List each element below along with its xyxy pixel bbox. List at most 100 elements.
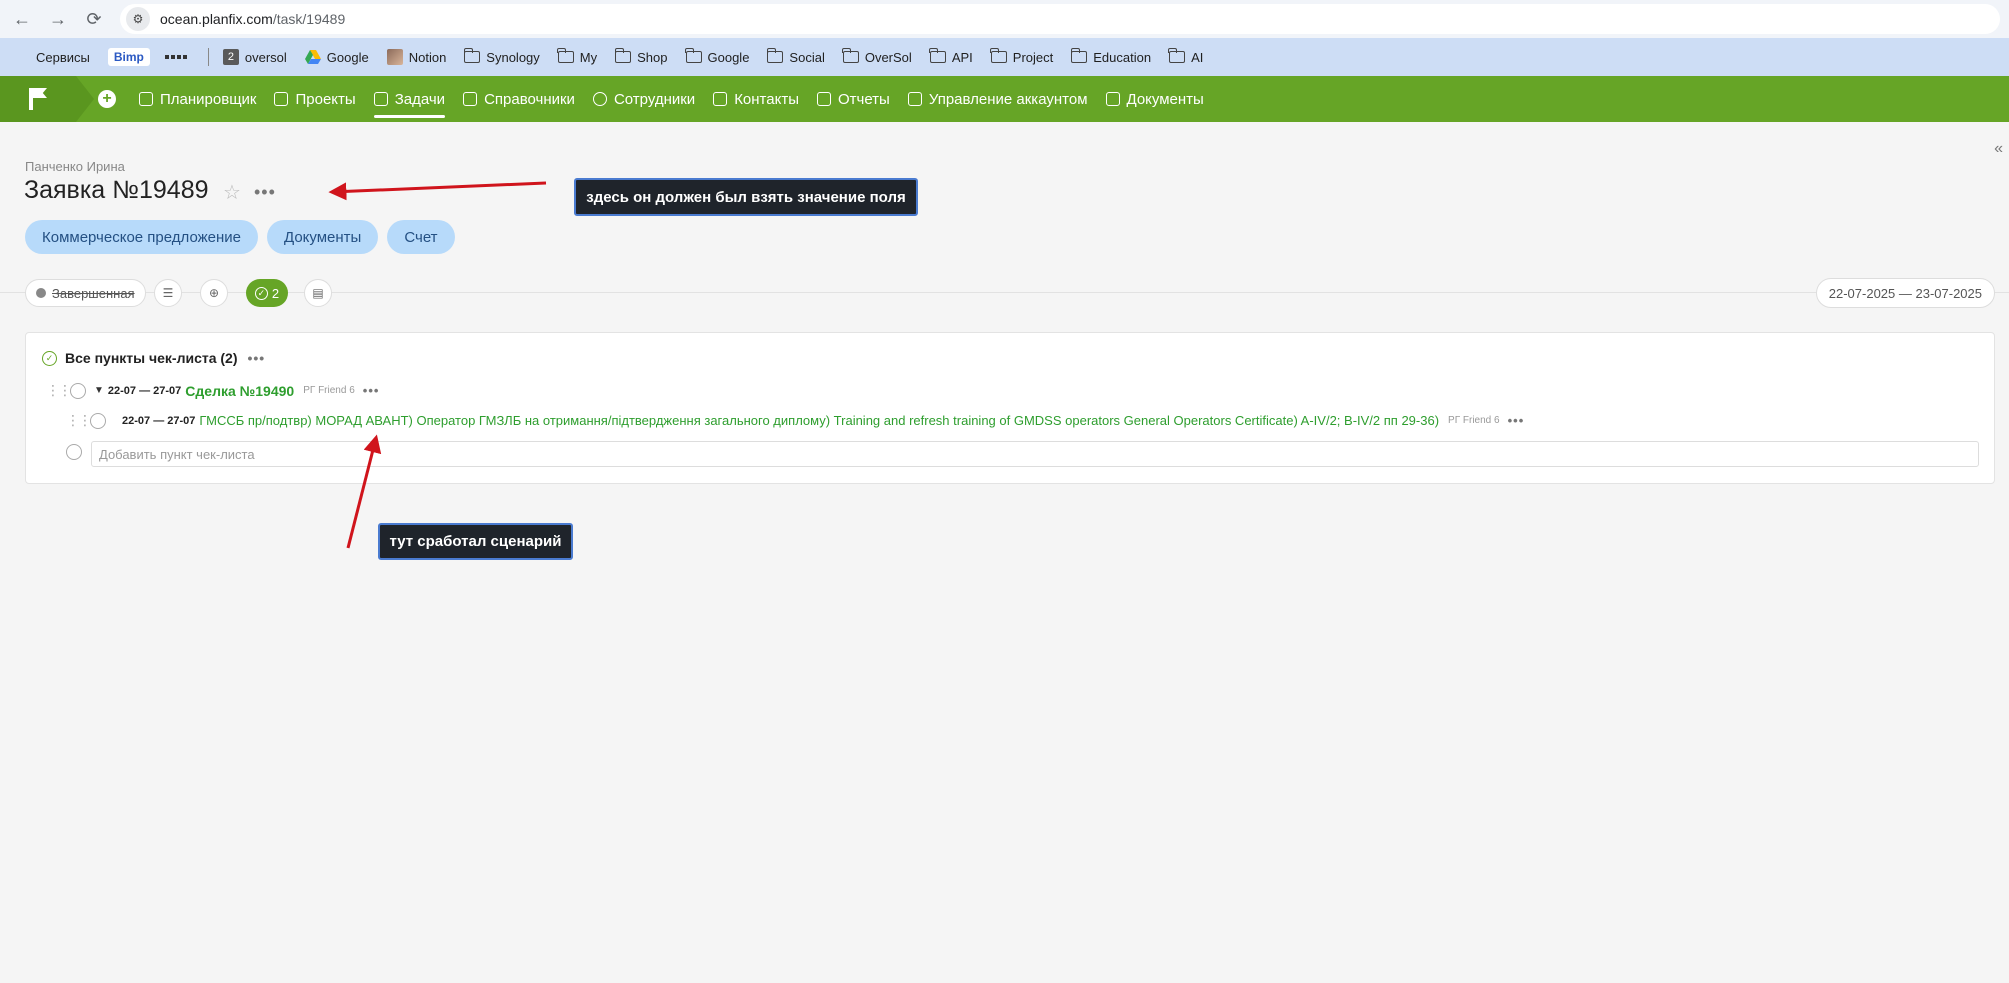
description-icon[interactable]: ☰	[154, 279, 182, 307]
bookmark-ai[interactable]: AI	[1168, 48, 1203, 65]
add-checklist-item-input[interactable]: Добавить пункт чек-листа	[91, 441, 1979, 467]
fields-icon[interactable]: ⊕	[200, 279, 228, 307]
url-host: ocean.planfix.com	[160, 11, 273, 27]
caret-down-icon[interactable]: ▼	[94, 385, 104, 396]
url-field[interactable]: ⚙ ocean.planfix.com/task/19489	[120, 4, 2000, 34]
notion-avatar-icon	[386, 49, 403, 65]
checklist-panel: ✓ Все пункты чек-листа (2) ••• ⋮⋮ ▼ 22-0…	[25, 332, 1995, 484]
checklist-header: ✓ Все пункты чек-листа (2) •••	[42, 350, 265, 366]
bookmark-label: Project	[1012, 49, 1054, 65]
bookmark-label: Education	[1093, 49, 1152, 65]
bookmark-shop[interactable]: Shop	[614, 48, 668, 65]
nav-item-label: Управление аккаунтом	[928, 90, 1088, 108]
url-path: /task/19489	[272, 11, 346, 27]
checkbox	[66, 444, 82, 460]
bookmark-services[interactable]: Сервисы	[16, 50, 90, 65]
nav-item-documents[interactable]: Документы	[1105, 76, 1204, 122]
drag-handle-icon[interactable]: ⋮⋮	[66, 412, 92, 429]
nav-item-label: Контакты	[734, 90, 799, 108]
bookmark-label: Сервисы	[36, 49, 90, 65]
tasks-icon	[373, 92, 388, 106]
folder-icon	[842, 48, 859, 63]
star-icon[interactable]: ☆	[223, 180, 241, 205]
bookmark-my[interactable]: My	[557, 48, 597, 65]
bookmark-google-drive[interactable]: Google	[304, 50, 369, 65]
bookmark-label: Synology	[486, 49, 540, 65]
url-text[interactable]: ocean.planfix.com/task/19489	[160, 11, 345, 27]
folder-icon	[990, 48, 1007, 63]
nav-item-projects[interactable]: Проекты	[274, 76, 356, 122]
collapse-panel-icon[interactable]: «	[1994, 140, 2003, 158]
bookmark-label: Notion	[408, 49, 447, 65]
bookmark-synology[interactable]: Synology	[463, 48, 540, 65]
comments-icon[interactable]: ▤	[304, 279, 332, 307]
bookmark-notion[interactable]: Notion	[386, 49, 447, 65]
bookmark-google-folder[interactable]: Google	[684, 48, 750, 65]
folder-icon	[614, 48, 632, 63]
status-dot-icon	[36, 288, 46, 298]
task-author[interactable]: Панченко Ирина	[25, 159, 125, 174]
nav-item-employees[interactable]: Сотрудники	[592, 76, 695, 122]
more-options-icon[interactable]: •••	[254, 182, 276, 203]
nav-item-tasks[interactable]: Задачи	[373, 76, 446, 122]
nav-item-label: Отчеты	[837, 90, 890, 108]
status-badge[interactable]: Завершенная	[25, 279, 146, 307]
more-options-icon[interactable]: •••	[363, 383, 380, 398]
more-options-icon[interactable]: •••	[1508, 413, 1525, 428]
bookmark-label: Google	[707, 49, 750, 65]
tab-commercial-offer[interactable]: Коммерческое предложение	[25, 220, 259, 254]
tab-documents[interactable]: Документы	[267, 220, 379, 254]
checklist-item: ⋮⋮ ▼ 22-07 — 27-07 Сделка №19490 РГ Frie…	[46, 382, 379, 399]
directories-icon	[463, 92, 478, 106]
item-link[interactable]: Сделка №19490	[185, 383, 294, 399]
nav-item-label: Планировщик	[160, 90, 257, 108]
folder-icon	[1168, 48, 1186, 63]
bimp-badge: Bimp	[107, 48, 150, 66]
qr-icon	[164, 49, 187, 65]
planfix-logo[interactable]	[0, 76, 94, 122]
folder-icon	[463, 48, 481, 63]
checkbox[interactable]	[90, 412, 106, 429]
projects-icon	[274, 92, 289, 106]
bookmark-social[interactable]: Social	[766, 48, 825, 65]
contacts-icon	[713, 92, 728, 106]
nav-item-contacts[interactable]: Контакты	[713, 76, 799, 122]
site-settings-icon[interactable]: ⚙	[126, 7, 150, 31]
bookmark-qr[interactable]	[164, 49, 190, 65]
tab-invoice[interactable]: Счет	[387, 220, 455, 254]
task-page: « Панченко Ирина Заявка №19489 ☆ ••• Ком…	[0, 122, 2009, 983]
forward-arrow-icon[interactable]: →	[40, 1, 76, 37]
nav-item-planner[interactable]: Планировщик	[139, 76, 256, 122]
folder-icon	[1070, 48, 1088, 63]
drag-handle-icon[interactable]: ⋮⋮	[46, 382, 72, 399]
bookmark-education[interactable]: Education	[1070, 48, 1152, 65]
item-dates: 22-07 — 27-07	[107, 384, 182, 397]
app-top-nav: + Планировщик Проекты Задачи Справочники…	[0, 76, 2009, 122]
back-arrow-icon[interactable]: ←	[4, 1, 40, 37]
add-new-button[interactable]: +	[98, 90, 116, 108]
bookmark-oversol[interactable]: 2 oversol	[222, 49, 287, 65]
nav-item-directories[interactable]: Справочники	[463, 76, 575, 122]
nav-item-account[interactable]: Управление аккаунтом	[907, 76, 1088, 122]
page-title: Заявка №19489	[24, 176, 209, 204]
bookmark-label: OverSol	[864, 49, 912, 65]
folder-icon	[684, 48, 702, 63]
more-options-icon[interactable]: •••	[248, 350, 266, 366]
annotation-callout-top: здесь он должен был взять значение поля	[574, 178, 918, 216]
nav-item-reports[interactable]: Отчеты	[816, 76, 890, 122]
bookmark-project[interactable]: Project	[990, 48, 1054, 65]
bookmark-oversol-folder[interactable]: OverSol	[842, 48, 912, 65]
item-dates: 22-07 — 27-07	[122, 414, 196, 427]
bookmark-label: Shop	[637, 49, 668, 65]
checkbox[interactable]	[70, 382, 86, 399]
folder-icon	[929, 48, 946, 63]
task-date-range[interactable]: 22-07-2025 — 23-07-2025	[1815, 278, 1995, 308]
bookmark-api[interactable]: API	[929, 48, 973, 65]
item-link[interactable]: ГМССБ пр/подтвр) МОРАД АВАНТ) Оператор Г…	[199, 413, 1439, 428]
bookmark-bimp[interactable]: Bimp	[107, 48, 150, 66]
checklist-toggle[interactable]: ✓ 2	[246, 279, 288, 307]
bookmark-label: Social	[789, 49, 825, 65]
reload-icon[interactable]: ⟳	[76, 1, 112, 37]
checklist-count: 2	[271, 285, 280, 301]
check-circle-icon: ✓	[42, 350, 57, 366]
